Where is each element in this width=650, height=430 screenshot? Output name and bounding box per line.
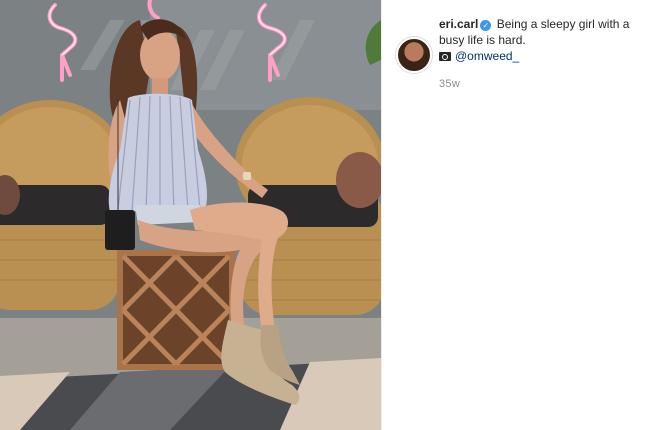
verified-badge-icon: ✓ bbox=[480, 20, 492, 31]
author-username[interactable]: eri.carl bbox=[439, 17, 478, 31]
post-caption: eri.carl ✓ Being a sleepy girl with a bus… bbox=[439, 17, 639, 64]
author-avatar[interactable] bbox=[396, 37, 432, 73]
post-photo[interactable] bbox=[0, 0, 381, 430]
post-timestamp[interactable]: 35w bbox=[439, 78, 460, 90]
post-sidebar: eri.carl ✓ Being a sleepy girl with a bus… bbox=[381, 0, 650, 430]
instagram-post: eri.carl ✓ Being a sleepy girl with a bus… bbox=[0, 0, 650, 430]
caption-text-line1: Being a sleepy girl with a bbox=[496, 17, 630, 31]
mention-link[interactable]: @omweed_ bbox=[455, 49, 519, 63]
caption-credit: @omweed_ bbox=[439, 49, 639, 64]
post-image bbox=[0, 0, 381, 430]
camera-icon bbox=[439, 52, 451, 61]
caption-text-line2: busy life is hard. bbox=[439, 33, 526, 47]
